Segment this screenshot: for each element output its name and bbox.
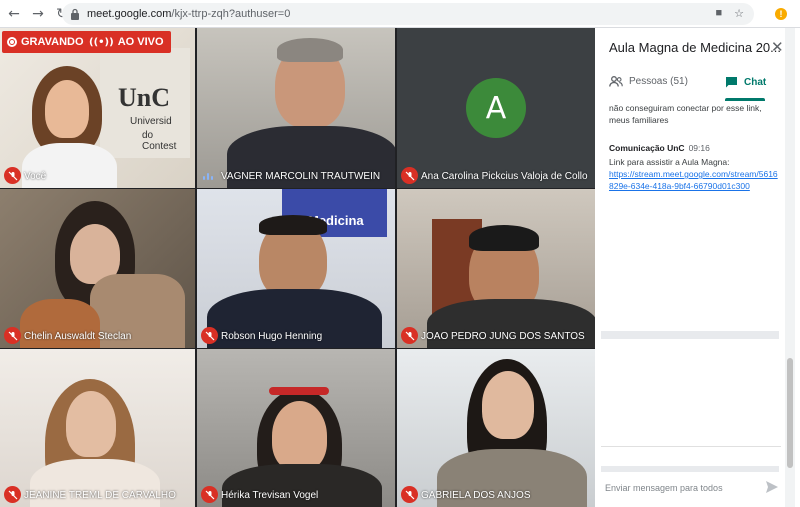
mic-off-icon bbox=[201, 486, 218, 503]
person-hair bbox=[259, 215, 327, 235]
unc-banner: UnC Universid do Contest bbox=[100, 48, 190, 158]
participant-name: Você bbox=[24, 171, 47, 182]
message-text: Link para assistir a Aula Magna: bbox=[609, 157, 730, 167]
side-panel: Aula Magna de Medicina 20... ✕ Pessoas (… bbox=[595, 28, 800, 507]
tab-chat[interactable]: Chat bbox=[725, 76, 766, 88]
video-grid: UnC Universid do Contest Você GRAVANDO (… bbox=[0, 28, 595, 507]
message-link[interactable]: https://stream.meet.google.com/stream/56… bbox=[609, 168, 779, 192]
participant-name: Chelin Auswaldt Steclan bbox=[24, 331, 132, 342]
headband bbox=[269, 387, 329, 395]
send-icon[interactable] bbox=[765, 480, 779, 494]
message-sender: Comunicação UnC 09:16 bbox=[609, 143, 710, 153]
panel-title: Aula Magna de Medicina 20... bbox=[609, 40, 781, 55]
participant-name: Robson Hugo Henning bbox=[221, 331, 323, 342]
mic-off-icon bbox=[401, 327, 418, 344]
tab-people-label: Pessoas (51) bbox=[629, 76, 688, 87]
forward-icon[interactable]: → bbox=[28, 4, 48, 24]
person-face bbox=[482, 371, 534, 439]
previous-message-text: não conseguiram conectar por esse link, … bbox=[609, 103, 762, 125]
recording-badge: GRAVANDO bbox=[2, 31, 91, 53]
recording-label: GRAVANDO bbox=[21, 36, 84, 48]
participant-tile[interactable]: GABRIELA DOS ANJOS bbox=[397, 349, 595, 507]
person-face bbox=[45, 80, 89, 138]
unc-sub2: do Contest bbox=[142, 130, 177, 152]
browser-toolbar: ← → ↻ meet.google.com/kjx-ttrp-zqh?authu… bbox=[0, 0, 800, 28]
participant-name: GABRIELA DOS ANJOS bbox=[421, 490, 531, 501]
active-tab-indicator bbox=[725, 98, 765, 101]
live-badge: ((•)) AO VIVO bbox=[84, 31, 171, 53]
person-face bbox=[66, 391, 116, 457]
mic-off-icon bbox=[4, 167, 21, 184]
live-label: AO VIVO bbox=[117, 36, 164, 48]
back-icon[interactable]: ← bbox=[4, 4, 24, 24]
participant-name: VAGNER MARCOLIN TRAUTWEIN bbox=[221, 171, 381, 182]
person-hair bbox=[277, 38, 343, 62]
participant-tile[interactable]: Hérika Trevisan Vogel bbox=[197, 349, 395, 507]
participant-avatar: A bbox=[466, 78, 526, 138]
unc-sub1: Universid bbox=[130, 116, 172, 127]
participant-tile[interactable]: Chelin Auswaldt Steclan bbox=[0, 189, 195, 348]
participant-tile[interactable]: JEANINE TREML DE CARVALHO bbox=[0, 349, 195, 507]
sender-name: Comunicação UnC bbox=[609, 143, 685, 153]
chat-icon bbox=[726, 77, 737, 88]
horizontal-scrollbar[interactable] bbox=[601, 466, 779, 472]
speaking-indicator bbox=[203, 173, 213, 180]
scrollbar-thumb[interactable] bbox=[787, 358, 793, 468]
message-time: 09:16 bbox=[688, 143, 710, 153]
url-host: meet.google.com bbox=[87, 8, 172, 20]
url-path: /kjx-ttrp-zqh?authuser=0 bbox=[171, 8, 291, 20]
chat-scroll-bar[interactable] bbox=[601, 331, 779, 339]
chat-input[interactable]: Enviar mensagem para todos bbox=[605, 483, 723, 493]
person-face bbox=[272, 401, 327, 471]
participant-tile[interactable]: VAGNER MARCOLIN TRAUTWEIN bbox=[197, 28, 395, 188]
participant-tile[interactable]: JOAO PEDRO JUNG DOS SANTOS bbox=[397, 189, 595, 348]
participant-tile[interactable]: Medicina Robson Hugo Henning bbox=[197, 189, 395, 348]
participant-name: Ana Carolina Pickcius Valoja de Collo bbox=[421, 171, 588, 182]
mic-off-icon bbox=[201, 327, 218, 344]
record-icon bbox=[7, 37, 17, 47]
url-text: meet.google.com/kjx-ttrp-zqh?authuser=0 bbox=[87, 8, 290, 20]
close-icon[interactable]: ✕ bbox=[771, 38, 784, 56]
participant-name: JOAO PEDRO JUNG DOS SANTOS bbox=[421, 331, 585, 342]
person-hair bbox=[469, 225, 539, 251]
participant-name: JEANINE TREML DE CARVALHO bbox=[24, 490, 176, 501]
live-icon: ((•)) bbox=[89, 36, 114, 48]
camera-icon[interactable]: ■ bbox=[715, 7, 722, 20]
address-bar[interactable]: meet.google.com/kjx-ttrp-zqh?authuser=0 … bbox=[62, 3, 754, 25]
mic-off-icon bbox=[4, 327, 21, 344]
unc-logo-text: UnC bbox=[118, 83, 171, 112]
tab-people[interactable]: Pessoas (51) bbox=[609, 76, 688, 87]
tab-chat-label: Chat bbox=[744, 76, 767, 88]
mic-off-icon bbox=[4, 486, 21, 503]
extension-icon[interactable]: ! bbox=[775, 8, 787, 20]
mic-off-icon bbox=[401, 486, 418, 503]
mic-off-icon bbox=[401, 167, 418, 184]
panel-tabs: Pessoas (51) Chat bbox=[595, 72, 790, 102]
lock-icon bbox=[71, 8, 79, 20]
participant-name: Hérika Trevisan Vogel bbox=[221, 490, 319, 501]
people-icon bbox=[609, 76, 623, 87]
star-icon[interactable]: ☆ bbox=[734, 7, 744, 20]
divider bbox=[601, 446, 781, 447]
participant-tile[interactable]: A Ana Carolina Pickcius Valoja de Collo bbox=[397, 28, 595, 188]
